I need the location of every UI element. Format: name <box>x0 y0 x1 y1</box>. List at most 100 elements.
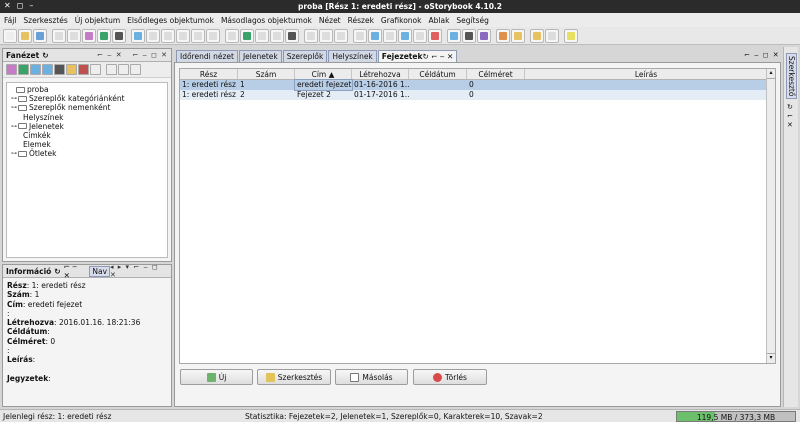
tree-filter-icon[interactable] <box>130 64 141 75</box>
tree-filter-icon[interactable] <box>78 64 89 75</box>
toolbar-button[interactable] <box>285 28 299 43</box>
toolbar-button[interactable] <box>161 28 175 43</box>
toolbar-button[interactable] <box>319 28 333 43</box>
edit-button[interactable]: Szerkesztés <box>257 369 331 385</box>
tree-filter-icon[interactable] <box>42 64 53 75</box>
tree-node[interactable]: Címkék <box>9 131 165 140</box>
toolbar-button[interactable] <box>428 28 442 43</box>
tree-filter-icon[interactable] <box>18 64 29 75</box>
toolbar-button[interactable] <box>270 28 284 43</box>
memory-indicator[interactable]: 119,5 MB / 373,3 MB <box>676 411 796 422</box>
tree-node[interactable]: ⊶ Jelenetek <box>9 122 165 131</box>
toolbar-button[interactable] <box>564 28 578 43</box>
column-header[interactable]: Cím ▲ <box>295 69 352 79</box>
toolbar-button[interactable] <box>334 28 348 43</box>
toolbar-button[interactable] <box>545 28 559 43</box>
menu-item[interactable]: Új objektum <box>75 16 120 25</box>
menu-item[interactable]: Elsődleges objektumok <box>127 16 214 25</box>
scroll-up-icon[interactable]: ▴ <box>767 69 775 79</box>
menu-item[interactable]: Nézet <box>319 16 341 25</box>
toolbar-button[interactable] <box>3 28 17 43</box>
expand-icon[interactable]: ⊶ <box>11 149 18 158</box>
tree-filter-icon[interactable] <box>66 64 77 75</box>
toolbar-button[interactable] <box>176 28 190 43</box>
tree-node[interactable]: Helyszínek <box>9 113 165 122</box>
toolbar-button[interactable] <box>191 28 205 43</box>
tree-view[interactable]: proba ⊶ Szereplők kategóriánként ⊶ Szereplők… <box>6 82 168 258</box>
menu-item[interactable]: Másodlagos objektumok <box>221 16 312 25</box>
tree-node[interactable]: ⊶ Szereplők kategóriánként <box>9 94 165 103</box>
tab-helyszínek[interactable]: Helyszínek <box>328 50 377 62</box>
nav-tab[interactable]: Nav <box>89 265 111 277</box>
toolbar-button[interactable] <box>383 28 397 43</box>
tree-node[interactable]: proba <box>9 85 165 94</box>
table-row[interactable]: 1: eredeti rész 2 Fejezet 2 01-17-2016 1...… <box>180 90 775 100</box>
expand-icon[interactable]: ⊶ <box>11 94 18 103</box>
menu-item[interactable]: Grafikonok <box>381 16 422 25</box>
tab-fejezetek[interactable]: Fejezetek ↻ ⌐ ‒ ✕ <box>377 50 458 62</box>
tree-node[interactable]: ⊶ Szereplők nemenként <box>9 103 165 112</box>
toolbar-button[interactable] <box>112 28 126 43</box>
toolbar-button[interactable] <box>255 28 269 43</box>
toolbar-button[interactable] <box>33 28 47 43</box>
toolbar-button[interactable] <box>496 28 510 43</box>
tree-filter-icon[interactable] <box>106 64 117 75</box>
expand-icon[interactable]: ⊶ <box>11 103 18 112</box>
tab-controls[interactable]: ↻ ⌐ ‒ ✕ <box>422 52 453 61</box>
copy-button[interactable]: Másolás <box>335 369 408 385</box>
toolbar-button[interactable] <box>131 28 145 43</box>
toolbar-button[interactable] <box>82 28 96 43</box>
toolbar-button[interactable] <box>511 28 525 43</box>
column-header[interactable]: Létrehozva <box>352 69 409 79</box>
tree-node[interactable]: Elemek <box>9 140 165 149</box>
table-scrollbar[interactable]: ▴ ▾ <box>766 69 775 363</box>
column-header[interactable]: Célméret <box>467 69 525 79</box>
column-header[interactable]: Rész <box>180 69 238 79</box>
delete-button[interactable]: Törlés <box>413 369 487 385</box>
tree-filter-icon[interactable] <box>118 64 129 75</box>
menu-item[interactable]: Segítség <box>456 16 488 25</box>
toolbar-button[interactable] <box>477 28 491 43</box>
toolbar-button[interactable] <box>368 28 382 43</box>
tree-filter-icon[interactable] <box>90 64 101 75</box>
tree-node[interactable]: ⊶ Ötletek <box>9 149 165 158</box>
tree-filter-icon[interactable] <box>6 64 17 75</box>
toolbar-button[interactable] <box>225 28 239 43</box>
table-row[interactable]: 1: eredeti rész 1 eredeti fejezet 01-16-201… <box>180 79 775 91</box>
dock-controls[interactable]: ↻ ⌐ ✕ <box>787 103 793 130</box>
menu-item[interactable]: Részek <box>348 16 374 25</box>
column-header[interactable]: Szám <box>238 69 295 79</box>
toolbar-button[interactable] <box>304 28 318 43</box>
toolbar-button[interactable] <box>413 28 427 43</box>
toolbar-button[interactable] <box>530 28 544 43</box>
toolbar-button[interactable] <box>353 28 367 43</box>
scroll-down-icon[interactable]: ▾ <box>767 353 775 363</box>
menu-item[interactable]: Szerkesztés <box>23 16 67 25</box>
toolbar-button[interactable] <box>52 28 66 43</box>
panel-controls[interactable]: ◂ ▸ ▾ ⌐ ‒ ◻ ✕ <box>110 263 168 279</box>
panel-controls[interactable]: ⌐ ‒ ✕ ⌐ ‒ ◻ ✕ <box>97 51 168 59</box>
menu-item[interactable]: Ablak <box>429 16 450 25</box>
toolbar-button[interactable] <box>462 28 476 43</box>
new-button[interactable]: Új <box>180 369 253 385</box>
tab-szereplők[interactable]: Szereplők <box>282 50 328 62</box>
toolbar-button[interactable] <box>240 28 254 43</box>
expand-icon[interactable]: ⊶ <box>11 122 18 131</box>
toolbar-button[interactable] <box>97 28 111 43</box>
toolbar-button[interactable] <box>67 28 81 43</box>
tree-filter-icon[interactable] <box>30 64 41 75</box>
menu-item[interactable]: Fájl <box>4 16 16 25</box>
toolbar-button[interactable] <box>146 28 160 43</box>
refresh-icon[interactable]: ↻ <box>42 51 48 60</box>
tab-időrendi-nézet[interactable]: Időrendi nézet <box>176 50 238 62</box>
editor-dock-tab[interactable]: Szerkesztő <box>786 53 797 100</box>
refresh-icon[interactable]: ↻ <box>54 267 60 276</box>
tree-filter-icon[interactable] <box>54 64 65 75</box>
tabs-controls[interactable]: ⌐ ‒ ◻ ✕ <box>744 51 780 59</box>
column-header[interactable]: Céldátum <box>409 69 467 79</box>
toolbar-button[interactable] <box>447 28 461 43</box>
toolbar-button[interactable] <box>18 28 32 43</box>
info-panel-title[interactable]: Információ <box>6 267 51 276</box>
toolbar-button[interactable] <box>206 28 220 43</box>
tab-jelenetek[interactable]: Jelenetek <box>238 50 282 62</box>
